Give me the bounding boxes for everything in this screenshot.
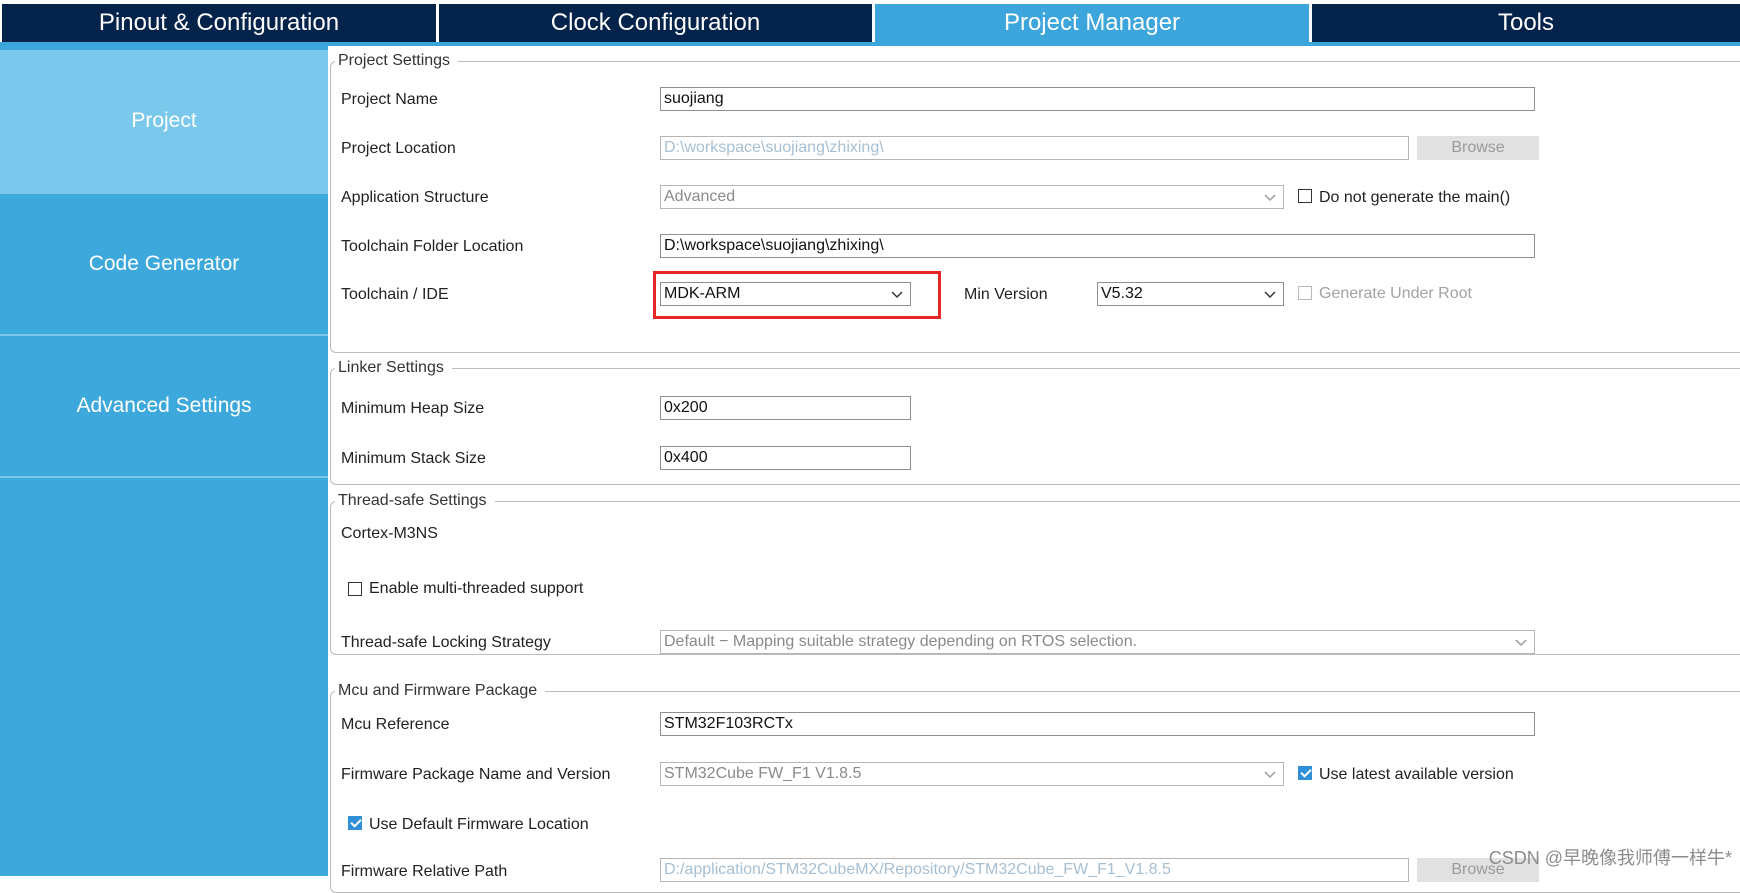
generate-under-root-checkbox[interactable] xyxy=(1298,286,1312,300)
application-structure-label: Application Structure xyxy=(341,189,489,206)
firmware-package-value: STM32Cube FW_F1 V1.8.5 xyxy=(664,765,862,782)
locking-strategy-select[interactable]: Default − Mapping suitable strategy depe… xyxy=(660,630,1535,654)
locking-strategy-value: Default − Mapping suitable strategy depe… xyxy=(664,633,1138,650)
top-tab-bar: Pinout & Configuration Clock Configurati… xyxy=(0,0,1740,46)
sidebar-item-advanced-settings[interactable]: Advanced Settings xyxy=(0,336,328,478)
tab-tools[interactable]: Tools xyxy=(1312,4,1740,42)
project-settings-title: Project Settings xyxy=(335,51,459,71)
linker-settings-title: Linker Settings xyxy=(335,358,452,378)
sidebar: Project Code Generator Advanced Settings xyxy=(0,46,328,876)
use-latest-version-checkbox[interactable] xyxy=(1298,766,1312,780)
use-latest-version-label: Use latest available version xyxy=(1319,766,1514,783)
thread-safe-settings-title: Thread-safe Settings xyxy=(335,491,495,511)
project-name-label: Project Name xyxy=(341,91,438,108)
project-location-label: Project Location xyxy=(341,140,456,157)
project-location-input[interactable]: D:\workspace\suojiang\zhixing\ xyxy=(660,136,1409,160)
min-version-select[interactable]: V5.32 xyxy=(1097,282,1284,306)
project-settings-group: Project Settings Project Name suojiang P… xyxy=(330,51,1740,353)
min-version-label: Min Version xyxy=(964,286,1048,303)
sidebar-item-code-generator[interactable]: Code Generator xyxy=(0,194,328,336)
tab-project-manager[interactable]: Project Manager xyxy=(875,4,1309,42)
chevron-down-icon xyxy=(1515,639,1527,647)
tab-clock-configuration[interactable]: Clock Configuration xyxy=(439,4,872,42)
toolchain-folder-input[interactable]: D:\workspace\suojiang\zhixing\ xyxy=(660,234,1535,258)
project-location-browse-button[interactable]: Browse xyxy=(1417,136,1539,160)
stack-size-input[interactable]: 0x400 xyxy=(660,446,911,470)
toolchain-folder-label: Toolchain Folder Location xyxy=(341,238,524,255)
watermark-text: CSDN @早晚像我师傅一样牛* xyxy=(1488,848,1732,868)
mcu-firmware-title: Mcu and Firmware Package xyxy=(335,681,546,701)
toolchain-highlight-box xyxy=(653,271,941,319)
do-not-generate-main-checkbox[interactable] xyxy=(1298,189,1312,203)
min-version-value: V5.32 xyxy=(1101,285,1143,302)
firmware-relative-path-input[interactable]: D:/application/STM32CubeMX/Repository/ST… xyxy=(660,858,1409,882)
heap-size-label: Minimum Heap Size xyxy=(341,400,485,417)
firmware-relative-path-label: Firmware Relative Path xyxy=(341,863,508,880)
toolchain-ide-label: Toolchain / IDE xyxy=(341,286,449,303)
linker-settings-group: Linker Settings Minimum Heap Size 0x200 … xyxy=(330,358,1740,485)
chevron-down-icon xyxy=(1264,194,1276,202)
firmware-package-select[interactable]: STM32Cube FW_F1 V1.8.5 xyxy=(660,762,1284,786)
core-name-label: Cortex-M3NS xyxy=(341,525,438,542)
multithread-label: Enable multi-threaded support xyxy=(369,580,584,597)
mcu-reference-label: Mcu Reference xyxy=(341,716,450,733)
multithread-checkbox[interactable] xyxy=(348,582,362,596)
project-manager-content: Project Settings Project Name suojiang P… xyxy=(330,46,1740,893)
stack-size-label: Minimum Stack Size xyxy=(341,450,486,467)
use-default-firmware-location-checkbox[interactable] xyxy=(348,816,362,830)
tab-pinout-configuration[interactable]: Pinout & Configuration xyxy=(2,4,436,42)
use-default-firmware-location-label: Use Default Firmware Location xyxy=(369,816,589,833)
heap-size-input[interactable]: 0x200 xyxy=(660,396,911,420)
application-structure-value: Advanced xyxy=(664,188,736,205)
application-structure-select[interactable]: Advanced xyxy=(660,185,1284,209)
chevron-down-icon xyxy=(1264,771,1276,779)
do-not-generate-main-label: Do not generate the main() xyxy=(1319,189,1511,206)
mcu-reference-input[interactable]: STM32F103RCTx xyxy=(660,712,1535,736)
thread-safe-settings-group: Thread-safe Settings Cortex-M3NS Enable … xyxy=(330,491,1740,655)
generate-under-root-label: Generate Under Root xyxy=(1319,285,1472,302)
project-name-input[interactable]: suojiang xyxy=(660,87,1535,111)
firmware-package-label: Firmware Package Name and Version xyxy=(341,766,611,783)
chevron-down-icon xyxy=(1264,291,1276,299)
sidebar-item-project[interactable]: Project xyxy=(0,50,328,194)
locking-strategy-label: Thread-safe Locking Strategy xyxy=(341,634,551,651)
